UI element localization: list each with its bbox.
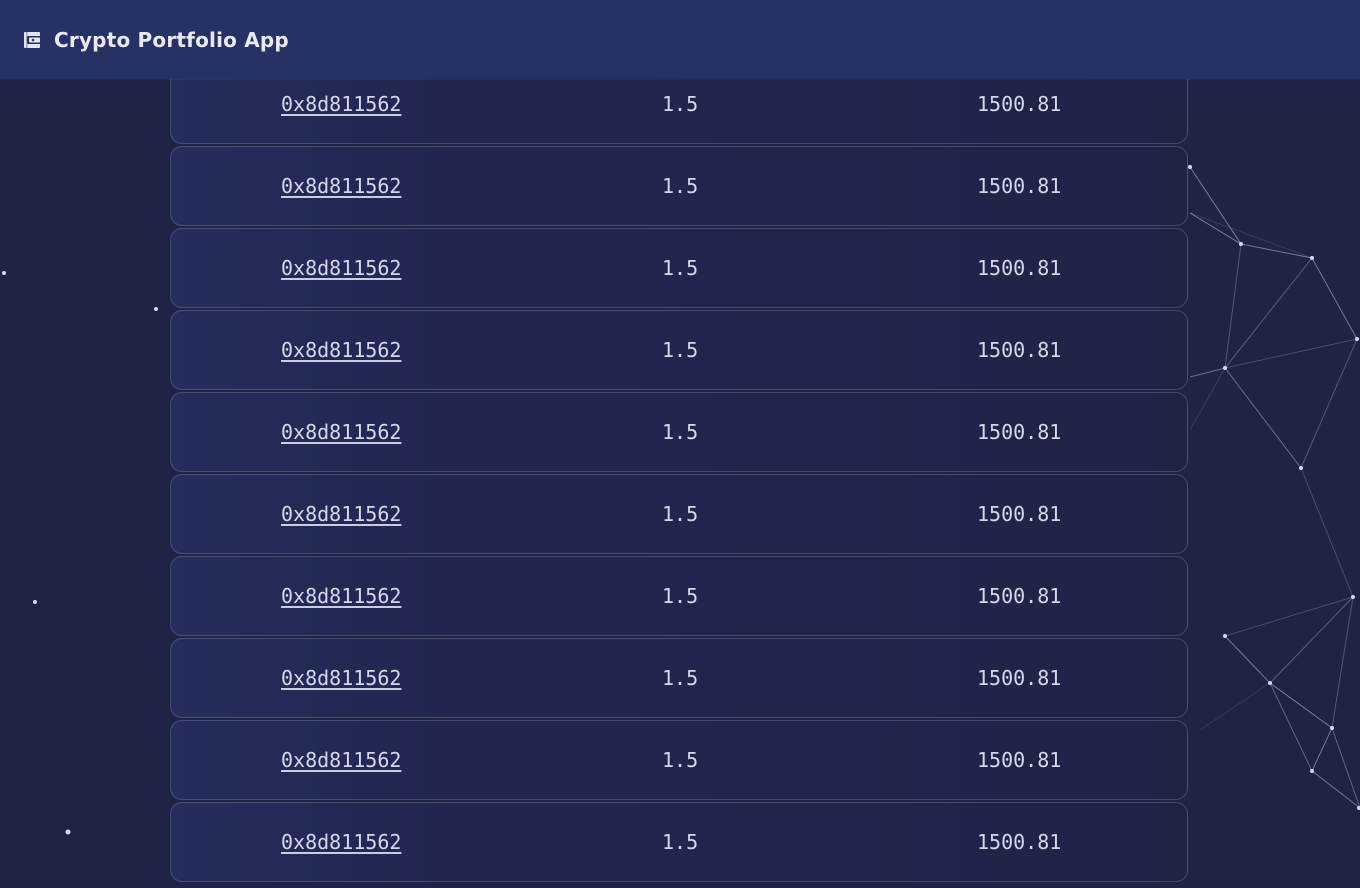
address-link[interactable]: 0x8d811562 (281, 311, 401, 389)
holding-row: 0x8d811562 1.5 1500.81 (170, 310, 1188, 390)
holdings-list: 0x8d811562 1.5 1500.81 0x8d811562 1.5 15… (0, 0, 1360, 888)
usd-value: 1500.81 (977, 830, 1062, 854)
address-link[interactable]: 0x8d811562 (281, 803, 401, 881)
usd-value: 1500.81 (977, 502, 1062, 526)
amount-value: 1.5 (662, 748, 699, 772)
amount-value: 1.5 (662, 502, 699, 526)
address-link[interactable]: 0x8d811562 (281, 229, 401, 307)
address-link[interactable]: 0x8d811562 (281, 393, 401, 471)
amount-value: 1.5 (662, 830, 699, 854)
amount-value: 1.5 (662, 420, 699, 444)
holding-row: 0x8d811562 1.5 1500.81 (170, 802, 1188, 882)
address-link[interactable]: 0x8d811562 (281, 475, 401, 553)
holding-row: 0x8d811562 1.5 1500.81 (170, 556, 1188, 636)
usd-value: 1500.81 (977, 174, 1062, 198)
usd-value: 1500.81 (977, 666, 1062, 690)
app-header: Crypto Portfolio App (0, 0, 1360, 79)
holding-row: 0x8d811562 1.5 1500.81 (170, 228, 1188, 308)
app-title: Crypto Portfolio App (54, 28, 289, 52)
address-link[interactable]: 0x8d811562 (281, 721, 401, 799)
amount-value: 1.5 (662, 338, 699, 362)
wallet-icon (22, 30, 42, 50)
amount-value: 1.5 (662, 174, 699, 198)
usd-value: 1500.81 (977, 338, 1062, 362)
holding-row: 0x8d811562 1.5 1500.81 (170, 392, 1188, 472)
amount-value: 1.5 (662, 584, 699, 608)
usd-value: 1500.81 (977, 584, 1062, 608)
amount-value: 1.5 (662, 256, 699, 280)
app-brand[interactable]: Crypto Portfolio App (22, 27, 289, 53)
address-link[interactable]: 0x8d811562 (281, 557, 401, 635)
holding-row: 0x8d811562 1.5 1500.81 (170, 720, 1188, 800)
usd-value: 1500.81 (977, 256, 1062, 280)
usd-value: 1500.81 (977, 748, 1062, 772)
address-link[interactable]: 0x8d811562 (281, 639, 401, 717)
holding-row: 0x8d811562 1.5 1500.81 (170, 146, 1188, 226)
address-link[interactable]: 0x8d811562 (281, 147, 401, 225)
holding-row: 0x8d811562 1.5 1500.81 (170, 638, 1188, 718)
amount-value: 1.5 (662, 666, 699, 690)
usd-value: 1500.81 (977, 420, 1062, 444)
holding-row: 0x8d811562 1.5 1500.81 (170, 474, 1188, 554)
